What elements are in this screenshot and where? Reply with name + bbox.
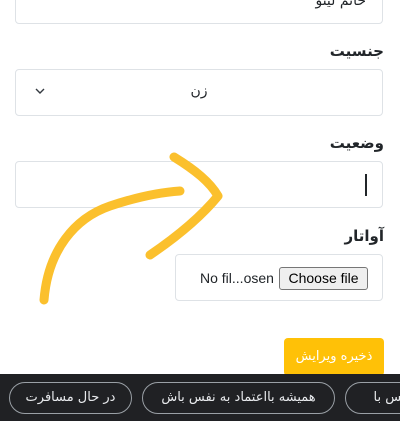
chevron-down-icon — [35, 88, 45, 94]
avatar-file-input[interactable]: No fil...osen Choose file — [175, 254, 383, 301]
previous-input-field[interactable]: خانم لیتو — [15, 0, 383, 24]
avatar-label: آواتار — [344, 227, 384, 245]
status-input[interactable] — [15, 161, 383, 208]
suggestion-chip-partial[interactable]: نفس با — [345, 382, 400, 414]
gender-label: جنسیت — [329, 42, 384, 60]
gender-selected-value: زن — [190, 83, 208, 99]
suggestion-chip-traveling[interactable]: در حال مسافرت — [9, 382, 132, 414]
suggestion-chip-confident[interactable]: همیشه بااعتماد به نفس باش — [142, 382, 335, 414]
file-name-text: No fil...osen — [200, 270, 274, 286]
save-edit-button[interactable]: ذخیره ویرایش — [284, 338, 384, 376]
text-caret — [365, 174, 367, 196]
gender-select[interactable]: زن — [15, 69, 383, 116]
keyboard-suggestion-bar: در حال مسافرت همیشه بااعتماد به نفس باش … — [0, 374, 400, 421]
previous-input-value: خانم لیتو — [315, 0, 366, 9]
status-label: وضعیت — [329, 134, 384, 152]
choose-file-button[interactable]: Choose file — [279, 267, 368, 290]
